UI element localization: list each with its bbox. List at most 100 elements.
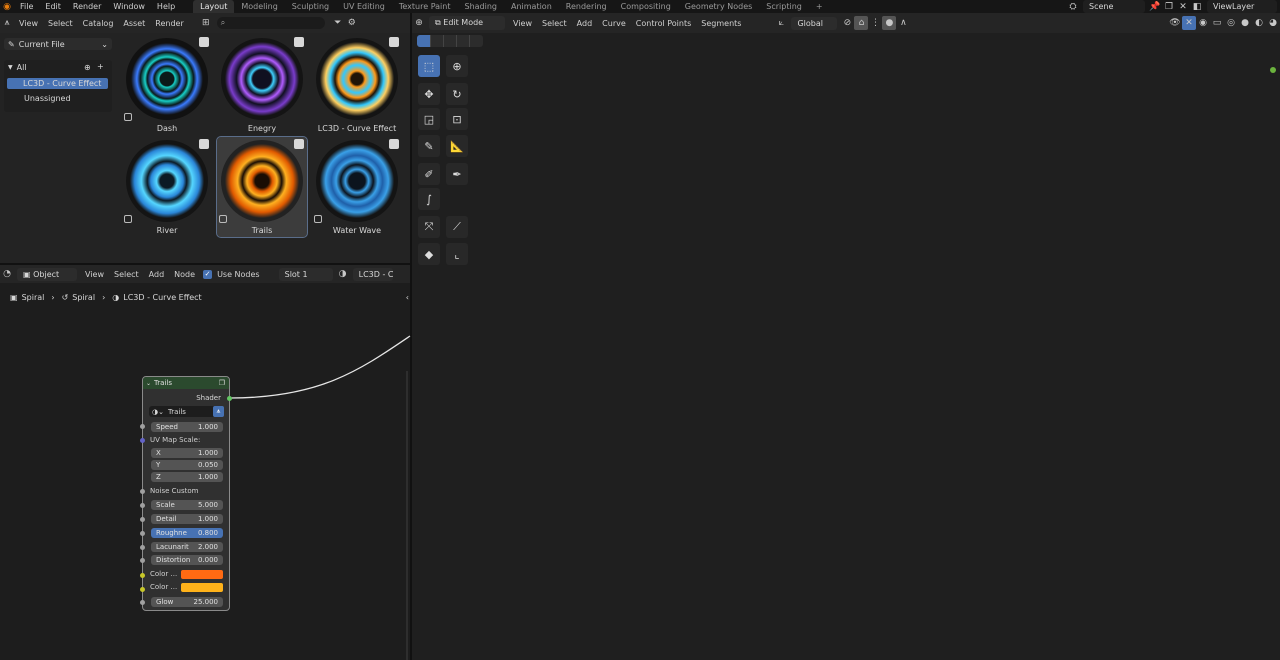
asset-menu-view[interactable]: View <box>14 19 43 28</box>
edit-asset-icon[interactable] <box>199 37 209 47</box>
visibility-icon[interactable]: 👁 <box>1168 16 1182 30</box>
expand-arrow-icon[interactable]: ▼ <box>8 64 13 71</box>
new-catalog-icon[interactable]: ⊕ <box>84 63 91 72</box>
speed-field[interactable]: Speed 1.000 <box>151 422 223 432</box>
node-menu-node[interactable]: Node <box>169 270 200 279</box>
randomize-tool[interactable]: ⌞ <box>446 243 468 265</box>
shading-rendered-icon[interactable]: ◕ <box>1266 16 1280 30</box>
radius-tool[interactable]: ⟋ <box>446 216 468 238</box>
node-group-users-icon[interactable]: ⩚ <box>213 406 224 417</box>
library-selector[interactable]: ✎ Current File ⌄ <box>4 38 112 50</box>
tab-geometry-nodes[interactable]: Geometry Nodes <box>678 0 759 13</box>
input-socket-lacunarity[interactable] <box>140 545 145 550</box>
select-extend-icon[interactable] <box>430 35 443 47</box>
orientation-selector[interactable]: Global <box>791 16 838 30</box>
detail-field[interactable]: Detail 1.000 <box>151 514 223 524</box>
asset-lc3d-curve-effect[interactable]: LC3D - Curve Effect <box>312 35 402 135</box>
annotate-tool[interactable]: ✎ <box>418 135 440 157</box>
asset-water-wave[interactable]: Water Wave <box>312 137 402 237</box>
viewport-menu-curve[interactable]: Curve <box>597 19 631 28</box>
tab-compositing[interactable]: Compositing <box>614 0 678 13</box>
gizmo-icon[interactable]: ✕ <box>1182 16 1196 30</box>
input-socket-speed[interactable] <box>140 424 145 429</box>
uv-z-field[interactable]: Z 1.000 <box>151 472 223 482</box>
input-socket-detail[interactable] <box>140 517 145 522</box>
input-socket-glow[interactable] <box>140 600 145 605</box>
select-subtract-icon[interactable] <box>443 35 456 47</box>
tab-sculpting[interactable]: Sculpting <box>285 0 336 13</box>
proportional-edit-icon[interactable]: ● <box>882 16 897 30</box>
input-socket-noise[interactable] <box>140 489 145 494</box>
tab-texture-paint[interactable]: Texture Paint <box>392 0 458 13</box>
menu-edit[interactable]: Edit <box>39 2 67 11</box>
add-catalog-icon[interactable]: + <box>97 62 104 71</box>
asset-river[interactable]: River <box>122 137 212 237</box>
use-nodes-checkbox[interactable]: ✓ <box>203 269 213 279</box>
display-mode-icon[interactable]: ⊞ <box>199 16 213 30</box>
asset-dash[interactable]: Dash <box>122 35 212 135</box>
viewport-menu-add[interactable]: Add <box>572 19 598 28</box>
color-1-swatch[interactable] <box>181 570 223 579</box>
uv-x-field[interactable]: X 1.000 <box>151 448 223 458</box>
lacunarity-field[interactable]: Lacunarit 2.000 <box>151 542 223 552</box>
catalog-item-lc3d[interactable]: LC3D - Curve Effect <box>7 78 108 89</box>
edit-asset-icon[interactable] <box>389 37 399 47</box>
overlay-icon[interactable]: ◉ <box>1196 16 1210 30</box>
asset-trails[interactable]: Trails <box>216 136 308 238</box>
node-editor-type-icon[interactable]: ◔ <box>0 267 14 281</box>
input-socket-distortion[interactable] <box>140 558 145 563</box>
draw-tool[interactable]: ✐ <box>418 163 440 185</box>
filter-icon[interactable]: ⏷ <box>331 16 345 30</box>
roughness-field[interactable]: Roughne 0.800 <box>151 528 223 538</box>
transform-tool[interactable]: ⊡ <box>446 108 468 130</box>
glow-field[interactable]: Glow 25.000 <box>151 597 223 607</box>
viewport-menu-select[interactable]: Select <box>537 19 572 28</box>
rotate-tool[interactable]: ↻ <box>446 83 468 105</box>
viewport-type-icon[interactable]: ⊕ <box>412 16 426 30</box>
trails-node[interactable]: ⌄ Trails ❐ Shader ◑⌄ Trails ⩚ Speed 1.000… <box>140 376 232 611</box>
viewport-menu-control-points[interactable]: Control Points <box>631 19 697 28</box>
add-workspace-button[interactable]: + <box>809 0 830 13</box>
snap-target-icon[interactable]: ⋮ <box>868 16 882 30</box>
catalog-all[interactable]: ▼ All <box>8 63 27 72</box>
material-selector[interactable]: LC3D - C <box>352 267 393 281</box>
select-new-icon[interactable] <box>417 35 430 47</box>
color-2-swatch[interactable] <box>181 583 223 592</box>
cursor-tool[interactable]: ⊕ <box>446 55 468 77</box>
pen-tool[interactable]: ✒ <box>446 163 468 185</box>
input-socket-color-2[interactable] <box>140 587 145 592</box>
slot-selector[interactable]: Slot 1 <box>278 267 333 281</box>
select-invert-icon[interactable] <box>456 35 469 47</box>
edit-asset-icon[interactable] <box>294 37 304 47</box>
xray-icon[interactable]: ▭ <box>1210 16 1224 30</box>
delete-scene-icon[interactable]: ✕ <box>1176 0 1190 14</box>
tab-scripting[interactable]: Scripting <box>759 0 809 13</box>
pivot-icon[interactable]: ⊘ <box>840 16 854 30</box>
shading-solid-icon[interactable]: ● <box>1238 16 1252 30</box>
input-socket-roughness[interactable] <box>140 531 145 536</box>
menu-window[interactable]: Window <box>107 2 151 11</box>
asset-menu-catalog[interactable]: Catalog <box>78 19 119 28</box>
edit-asset-icon[interactable] <box>294 139 304 149</box>
scale-tool[interactable]: ◲ <box>418 108 440 130</box>
input-socket-scale[interactable] <box>140 503 145 508</box>
input-socket-uv-scale[interactable] <box>140 438 145 443</box>
editor-type-icon[interactable]: ⩚ <box>0 16 14 30</box>
tab-rendering[interactable]: Rendering <box>559 0 614 13</box>
tab-animation[interactable]: Animation <box>504 0 559 13</box>
object-mode-selector[interactable]: ▣ Object <box>17 267 77 281</box>
snap-icon[interactable]: ⌂ <box>854 16 869 30</box>
scene-selector[interactable]: Scene <box>1083 0 1145 13</box>
sidebar-toggle-icon[interactable]: ‹ <box>406 293 409 302</box>
input-socket-color-1[interactable] <box>140 573 145 578</box>
3d-viewport[interactable]: ⬚ ⊕ ✥ ↻ ◲ ⊡ ✎ 📐 ✐ ✒ ∫ ⤧ ⟋ ◆ ⌞ <box>412 33 1280 660</box>
edit-asset-icon[interactable] <box>389 139 399 149</box>
edit-asset-icon[interactable] <box>199 139 209 149</box>
view-layer-selector[interactable]: ViewLayer <box>1207 0 1277 13</box>
curve-pen-tool[interactable]: ∫ <box>418 188 440 210</box>
asset-menu-asset[interactable]: Asset <box>118 19 150 28</box>
distortion-field[interactable]: Distortion 0.000 <box>151 555 223 565</box>
asset-search-input[interactable]: ⌕ <box>216 17 325 29</box>
node-group-selector[interactable]: ◑⌄ Trails <box>149 406 217 417</box>
viewport-menu-segments[interactable]: Segments <box>696 19 746 28</box>
